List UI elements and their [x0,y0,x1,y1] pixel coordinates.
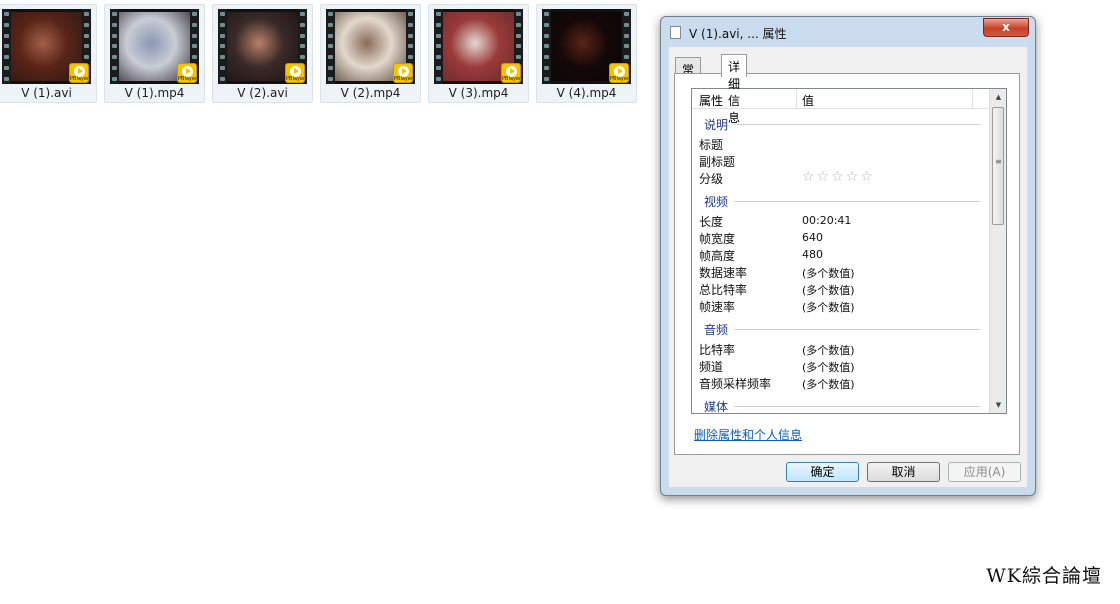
film-strip [326,9,335,84]
row-label-total-bitrate: 总比特率 [699,283,748,297]
column-header-value[interactable]: 值 [802,92,814,109]
property-list[interactable]: 属性 值 说明 标题 副标题 分级 ☆☆☆☆☆ 视频 长度 00:20:41 帧… [691,88,1007,414]
group-description: 说明 [704,118,729,132]
title-bar[interactable]: V (1).avi, ... 属性 x [661,17,1035,47]
file-name: V (2).avi [237,86,288,100]
pbplayer-badge-icon: PBlayer [177,63,197,83]
pbplayer-badge-icon: PBlayer [609,63,629,83]
close-button[interactable]: x [983,18,1029,37]
vertical-scrollbar[interactable]: ▲ ≡ ▼ [989,89,1006,413]
watermark: WK綜合論壇 [986,565,1102,587]
scroll-down-arrow[interactable]: ▼ [990,397,1006,413]
row-value-data-rate[interactable]: (多个数值) [802,265,855,281]
ok-button[interactable]: 确定 [786,462,859,482]
group-media: 媒体 [704,400,729,414]
row-label-subtitle: 副标题 [699,155,736,169]
group-video: 视频 [704,195,729,209]
apply-button[interactable]: 应用(A) [948,462,1021,482]
row-label-frame-rate: 帧速率 [699,300,736,314]
row-label-channels: 频道 [699,360,724,374]
tab-details[interactable]: 详细信息 [721,54,748,125]
scroll-up-arrow[interactable]: ▲ [990,89,1006,105]
video-thumbnail: PBlayer [542,9,631,84]
group-divider [734,329,980,330]
film-strip [542,9,551,84]
row-label-audio-bitrate: 比特率 [699,343,736,357]
row-label-frame-width: 帧宽度 [699,232,736,246]
badge-label: PBlayer [178,76,197,82]
group-divider [734,201,980,202]
properties-dialog: V (1).avi, ... 属性 x 常规 详细信息 属性 值 说明 [660,16,1036,496]
pbplayer-badge-icon: PBlayer [69,63,89,83]
column-divider[interactable] [796,89,797,109]
file-icon [670,26,681,39]
row-label-frame-height: 帧高度 [699,249,736,263]
video-thumbnail: PBlayer [110,9,199,84]
badge-label: PBlayer [610,76,629,82]
video-thumbnail: PBlayer [434,9,523,84]
details-panel: 属性 值 说明 标题 副标题 分级 ☆☆☆☆☆ 视频 长度 00:20:41 帧… [674,73,1020,455]
file-tile[interactable]: PBlayer V (3).mp4 [428,4,529,103]
file-tile[interactable]: PBlayer V (1).mp4 [104,4,205,103]
dialog-client: 常规 详细信息 属性 值 说明 标题 副标题 [669,47,1027,487]
rating-stars[interactable]: ☆☆☆☆☆ [802,169,875,185]
cancel-button[interactable]: 取消 [867,462,940,482]
row-value-length[interactable]: 00:20:41 [802,214,851,227]
row-value-frame-width[interactable]: 640 [802,231,823,244]
file-tile[interactable]: PBlayer V (2).mp4 [320,4,421,103]
file-tile[interactable]: PBlayer V (1).avi [0,4,97,103]
row-label-rating: 分级 [699,172,724,186]
scroll-thumb[interactable]: ≡ [992,107,1004,225]
row-label-length: 长度 [699,215,724,229]
row-label-sample-rate: 音频采样频率 [699,377,772,391]
film-strip [434,9,443,84]
pbplayer-badge-icon: PBlayer [501,63,521,83]
row-label-data-rate: 数据速率 [699,266,748,280]
row-label-title: 标题 [699,138,724,152]
pbplayer-badge-icon: PBlayer [393,63,413,83]
video-thumbnail: PBlayer [2,9,91,84]
dialog-title: V (1).avi, ... 属性 [689,27,787,41]
file-tile[interactable]: PBlayer V (4).mp4 [536,4,637,103]
column-divider[interactable] [972,89,973,109]
badge-label: PBlayer [502,76,521,82]
group-divider [734,124,980,125]
group-divider [734,406,980,407]
grip-icon: ≡ [995,157,1002,166]
film-strip [218,9,227,84]
video-thumbnail: PBlayer [218,9,307,84]
file-name: V (3).mp4 [448,86,509,100]
desktop: PBlayer V (1).avi PBlayer V (1).mp4 PBlayer V… [0,0,1120,604]
file-name: V (4).mp4 [556,86,617,100]
pbplayer-badge-icon: PBlayer [285,63,305,83]
remove-properties-link[interactable]: 删除属性和个人信息 [694,426,802,443]
file-tile[interactable]: PBlayer V (2).avi [212,4,313,103]
video-thumbnail: PBlayer [326,9,415,84]
badge-label: PBlayer [286,76,305,82]
file-name: V (1).avi [21,86,72,100]
column-header-property[interactable]: 属性 [699,92,723,109]
row-value-total-bitrate[interactable]: (多个数值) [802,282,855,298]
row-value-frame-height[interactable]: 480 [802,248,823,261]
row-value-frame-rate[interactable]: (多个数值) [802,299,855,315]
film-strip [110,9,119,84]
group-audio: 音频 [704,323,729,337]
row-value-audio-bitrate[interactable]: (多个数值) [802,342,855,358]
file-name: V (1).mp4 [124,86,185,100]
badge-label: PBlayer [70,76,89,82]
film-strip [2,9,11,84]
row-value-channels[interactable]: (多个数值) [802,359,855,375]
file-name: V (2).mp4 [340,86,401,100]
badge-label: PBlayer [394,76,413,82]
row-value-sample-rate[interactable]: (多个数值) [802,376,855,392]
